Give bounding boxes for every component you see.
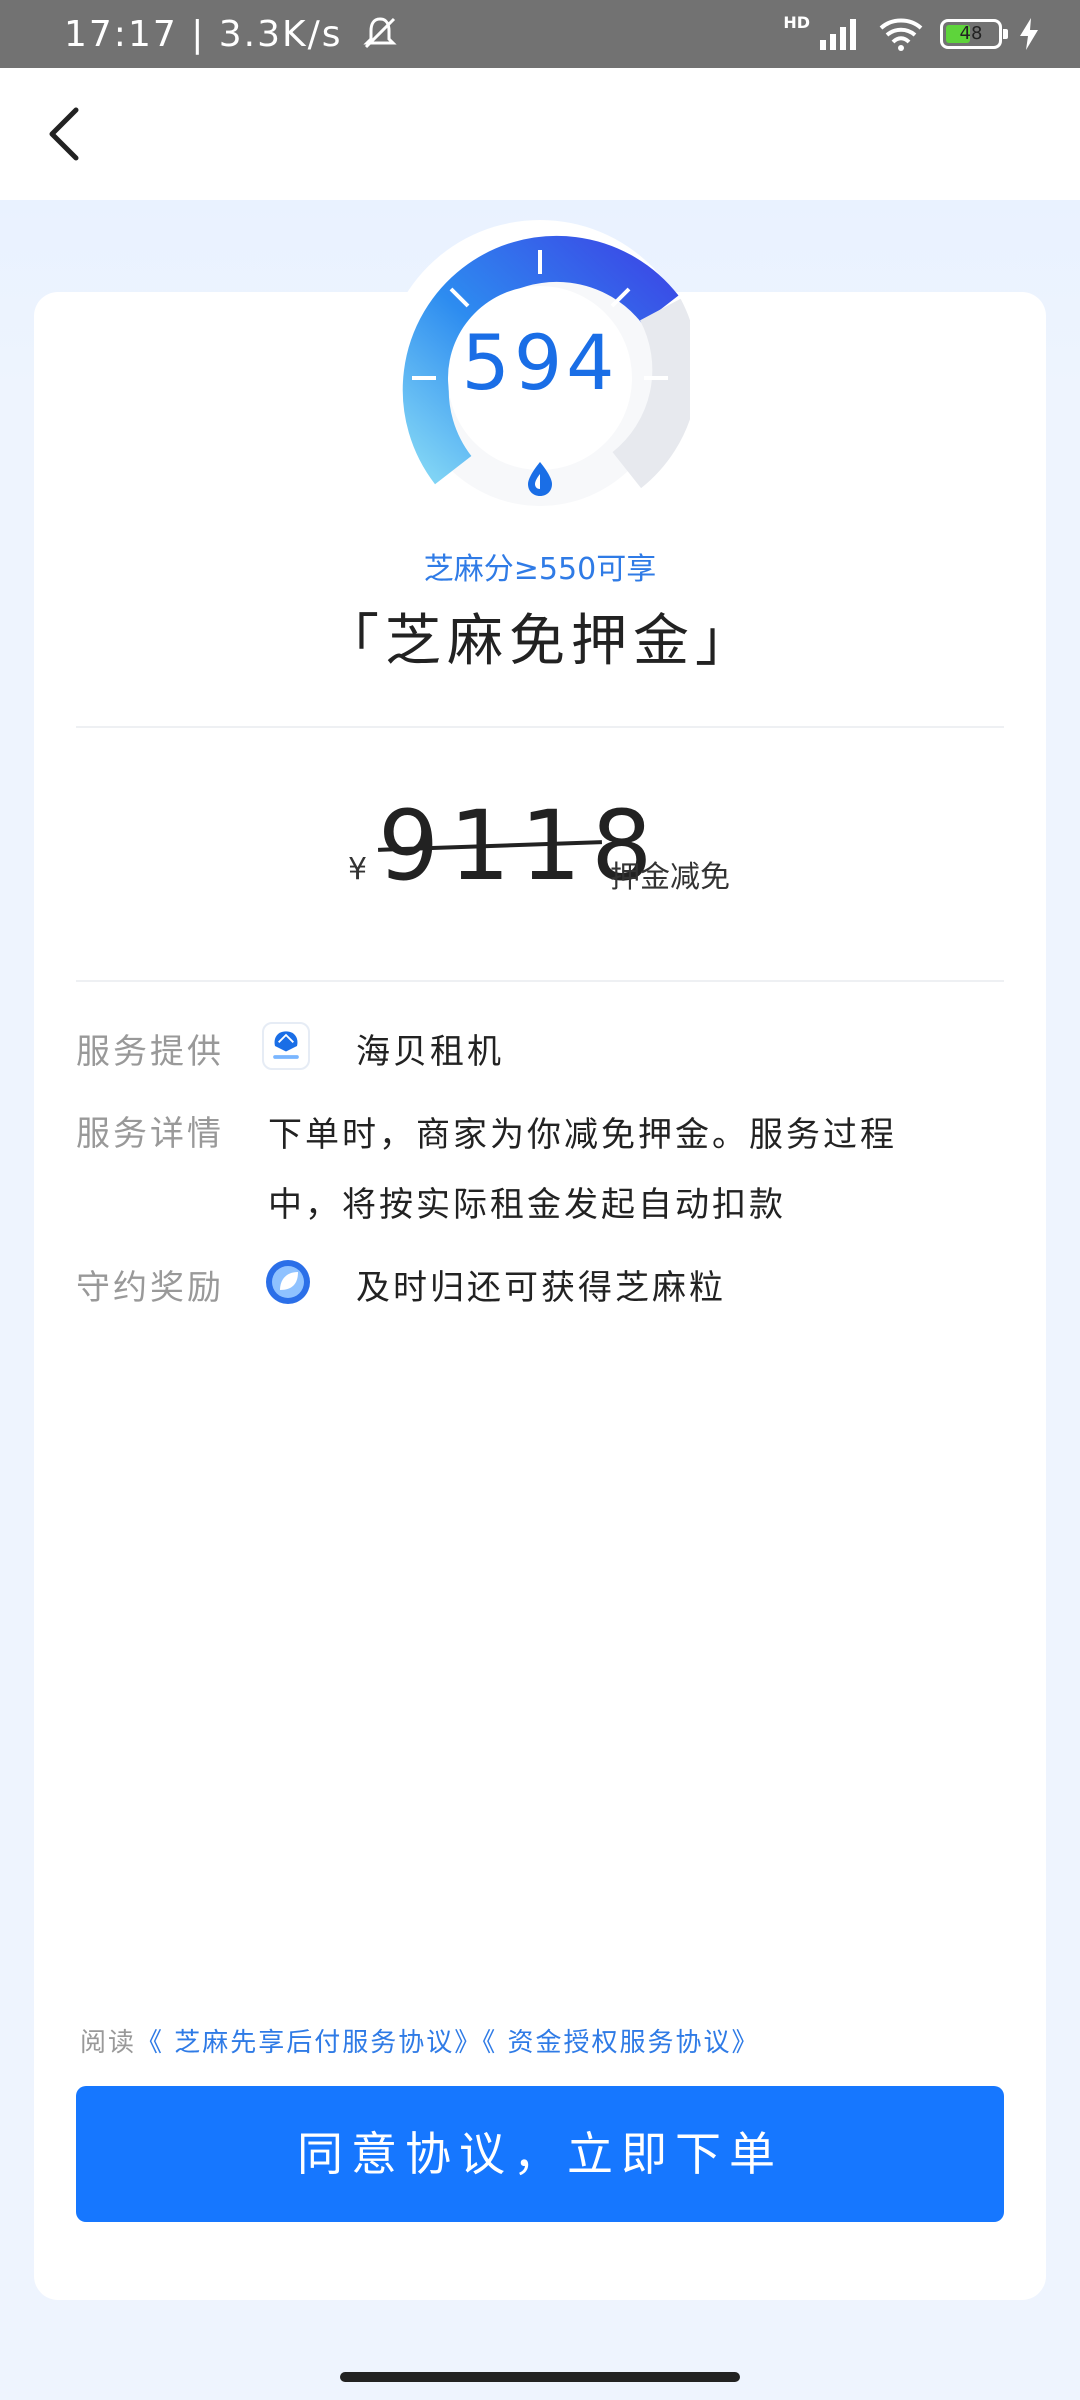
agreement-link-fund[interactable]: 《 资金授权服务协议》	[482, 2028, 759, 2058]
provider-label: 服务提供	[76, 1032, 224, 1072]
network-speed: 3.3K/s	[218, 14, 343, 55]
agreement-prefix: 阅读	[80, 2028, 137, 2058]
battery-icon: 48	[940, 19, 1008, 49]
agreement-link-sesame[interactable]: 《 芝麻先享后付服务协议》	[136, 2028, 482, 2058]
status-time: 17:17	[64, 14, 178, 55]
charging-icon	[1020, 18, 1038, 50]
mute-notification-icon	[363, 17, 397, 49]
deposit-waived-note: 押金减免	[610, 860, 730, 895]
detail-label: 服务详情	[76, 1114, 224, 1154]
cellular-signal-icon	[820, 19, 856, 50]
currency-symbol: ¥	[348, 852, 368, 887]
reward-text: 及时归还可获得芝麻粒	[356, 1268, 726, 1308]
deposit-row: ¥ 9118 押金减免	[0, 790, 1080, 910]
wifi-icon	[879, 18, 923, 51]
home-indicator	[340, 2372, 740, 2382]
status-bar: 17:17 | 3.3K/s HD 48	[0, 0, 1080, 68]
divider-middle	[76, 980, 1004, 982]
agree-and-order-button[interactable]: 同意协议，立即下单	[76, 2086, 1004, 2222]
eligibility-text: 芝麻分≥550可享	[423, 552, 657, 587]
product-title: 「芝麻免押金」	[323, 609, 757, 674]
nav-bar	[0, 68, 1080, 202]
back-arrow-icon[interactable]	[30, 98, 102, 170]
detail-text: 下单时，商家为你减免押金。服务过程中，将按实际租金发起自动扣款	[268, 1115, 897, 1225]
sesame-grain-icon	[266, 1260, 310, 1304]
provider-name: 海贝租机	[356, 1032, 504, 1072]
battery-level: 48	[959, 23, 983, 44]
hd-badge: HD	[783, 12, 810, 32]
merchant-logo-icon	[262, 1022, 310, 1070]
reward-label: 守约奖励	[76, 1268, 224, 1308]
credit-score-value: 594	[461, 318, 619, 407]
agreement-line: 阅读《 芝麻先享后付服务协议》《 资金授权服务协议》	[80, 2022, 760, 2059]
divider-top	[76, 726, 1004, 728]
